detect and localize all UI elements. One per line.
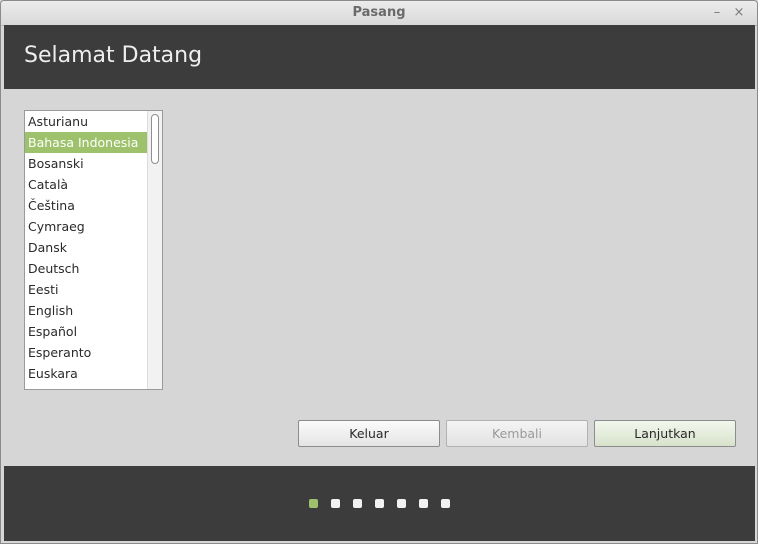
footer-bar <box>4 466 755 541</box>
step-dot <box>419 499 428 508</box>
language-option[interactable]: Deutsch <box>25 258 147 279</box>
back-button[interactable]: Kembali <box>446 420 588 447</box>
step-dot <box>375 499 384 508</box>
language-option[interactable]: Español <box>25 321 147 342</box>
language-option[interactable]: English <box>25 300 147 321</box>
language-list[interactable]: Asturianu Bahasa Indonesia Bosanski Català Č… <box>24 110 163 390</box>
language-option[interactable]: Eesti <box>25 279 147 300</box>
quit-button[interactable]: Keluar <box>298 420 440 447</box>
language-option[interactable]: Euskara <box>25 363 147 384</box>
close-icon[interactable]: × <box>731 5 747 21</box>
step-dot <box>441 499 450 508</box>
language-option[interactable]: Bahasa Indonesia <box>25 132 147 153</box>
language-option[interactable]: Dansk <box>25 237 147 258</box>
language-option[interactable]: Català <box>25 174 147 195</box>
installer-window: Pasang – × Selamat Datang Asturianu Bahas… <box>0 0 758 544</box>
language-list-scrollbar[interactable] <box>147 111 162 389</box>
language-option[interactable]: Čeština <box>25 195 147 216</box>
language-option[interactable]: Cymraeg <box>25 216 147 237</box>
language-option[interactable]: Esperanto <box>25 342 147 363</box>
scrollbar-thumb[interactable] <box>151 114 159 164</box>
title-bar: Pasang – × <box>1 1 757 26</box>
minimize-icon[interactable]: – <box>709 5 725 21</box>
language-list-items: Asturianu Bahasa Indonesia Bosanski Català Č… <box>25 111 162 384</box>
step-dot <box>331 499 340 508</box>
step-dot <box>353 499 362 508</box>
language-option[interactable]: Asturianu <box>25 111 147 132</box>
header-banner: Selamat Datang <box>4 25 755 89</box>
language-option[interactable]: Bosanski <box>25 153 147 174</box>
step-dot <box>309 499 318 508</box>
page-title: Selamat Datang <box>24 43 203 68</box>
window-title: Pasang <box>352 5 406 20</box>
step-dot <box>397 499 406 508</box>
continue-button[interactable]: Lanjutkan <box>594 420 736 447</box>
